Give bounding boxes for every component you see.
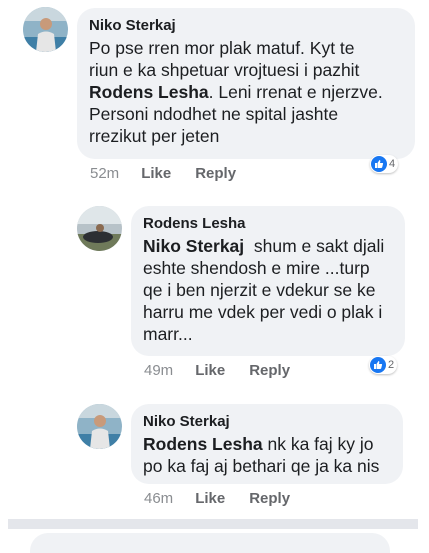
comment-line: rrezikut per jeten bbox=[89, 126, 220, 146]
comment-timestamp[interactable]: 52m bbox=[90, 165, 119, 182]
like-button[interactable]: Like bbox=[195, 362, 225, 379]
avatar-rodens-lesha[interactable] bbox=[77, 206, 122, 251]
mention-link[interactable]: Rodens Lesha bbox=[89, 82, 209, 102]
comment-actions: 49m Like Reply bbox=[144, 362, 314, 379]
comment-line: Po pse rren mor plak matuf. Kyt te bbox=[89, 38, 355, 58]
reaction-summary[interactable]: 2 bbox=[369, 356, 398, 374]
comment-line: po ka faj aj bethari qe ja ka nis bbox=[143, 456, 380, 476]
comment-actions: 46m Like Reply bbox=[144, 490, 314, 507]
comment-text: Rodens Lesha nk ka faj ky jo po ka faj a… bbox=[143, 433, 391, 477]
profile-photo-icon bbox=[23, 7, 68, 52]
comment-line: harru me vdek per vedi o plak i bbox=[143, 302, 383, 322]
comment-bubble: Niko Sterkaj Rodens Lesha nk ka faj ky j… bbox=[131, 404, 403, 484]
reply-button[interactable]: Reply bbox=[195, 165, 236, 182]
next-comment-bubble bbox=[30, 533, 390, 553]
profile-photo-icon bbox=[77, 206, 122, 251]
comment-text: Niko Sterkaj shum e sakt djali eshte she… bbox=[143, 235, 393, 345]
comment-actions: 52m Like Reply bbox=[90, 165, 260, 182]
comment-line: qe i ben njerzit e vdekur se ke bbox=[143, 280, 376, 300]
thumbs-up-icon bbox=[371, 156, 387, 172]
avatar-niko-sterkaj[interactable] bbox=[23, 7, 68, 52]
reaction-count: 2 bbox=[388, 359, 395, 371]
comment-line: Rodens Lesha. Leni rrenat e njerzve. bbox=[89, 82, 383, 102]
comment-bubble: Niko Sterkaj Po pse rren mor plak matuf.… bbox=[77, 8, 415, 159]
like-button[interactable]: Like bbox=[195, 490, 225, 507]
comment-author[interactable]: Rodens Lesha bbox=[143, 215, 393, 232]
reaction-summary[interactable]: 4 bbox=[370, 155, 399, 173]
reply-button[interactable]: Reply bbox=[249, 490, 290, 507]
comment-line: marr... bbox=[143, 324, 193, 344]
reply-button[interactable]: Reply bbox=[249, 362, 290, 379]
comment-line: Rodens Lesha nk ka faj ky jo bbox=[143, 434, 374, 454]
comment-bubble: Rodens Lesha Niko Sterkaj shum e sakt dj… bbox=[131, 206, 405, 356]
comment-line: Niko Sterkaj shum e sakt djali bbox=[143, 236, 385, 256]
comment-author[interactable]: Niko Sterkaj bbox=[143, 413, 391, 430]
like-button[interactable]: Like bbox=[141, 165, 171, 182]
comment-timestamp[interactable]: 46m bbox=[144, 490, 173, 507]
comment-text: Po pse rren mor plak matuf. Kyt te riun … bbox=[89, 37, 403, 147]
comment-line: Personi ndodhet ne spital jashte bbox=[89, 104, 339, 124]
comment-timestamp[interactable]: 49m bbox=[144, 362, 173, 379]
avatar-niko-sterkaj[interactable] bbox=[77, 404, 122, 449]
mention-link[interactable]: Niko Sterkaj bbox=[143, 236, 244, 256]
mention-link[interactable]: Rodens Lesha bbox=[143, 434, 263, 454]
section-divider bbox=[8, 519, 418, 529]
comment-author[interactable]: Niko Sterkaj bbox=[89, 17, 403, 34]
comment-line: riun e ka shpetuar vrojtuesi i pazhit bbox=[89, 60, 360, 80]
comment-line: eshte shendosh e mire ...turp bbox=[143, 258, 370, 278]
reaction-count: 4 bbox=[389, 158, 396, 170]
profile-photo-icon bbox=[77, 404, 122, 449]
thumbs-up-icon bbox=[370, 357, 386, 373]
